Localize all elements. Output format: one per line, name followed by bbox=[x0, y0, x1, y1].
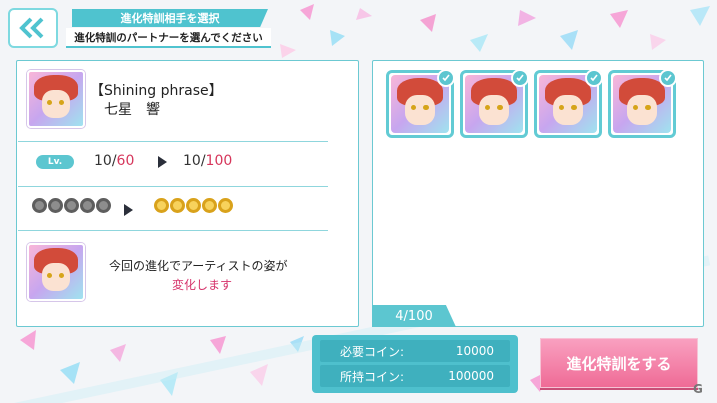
partner-slot[interactable] bbox=[460, 69, 529, 138]
music-note-icon bbox=[202, 198, 217, 213]
divider bbox=[18, 141, 328, 142]
owned-coins-label: 所持コイン: bbox=[340, 369, 405, 384]
page-subtitle: 進化特訓のパートナーを選んでください bbox=[66, 28, 271, 48]
music-note-icon bbox=[48, 198, 63, 213]
partner-slot[interactable] bbox=[386, 69, 455, 138]
page-title: 進化特訓相手を選択 bbox=[72, 9, 268, 27]
music-note-icon bbox=[218, 198, 233, 213]
partner-slot[interactable] bbox=[608, 69, 677, 138]
music-note-icon bbox=[170, 198, 185, 213]
partner-slot[interactable] bbox=[534, 69, 603, 138]
music-note-icon bbox=[186, 198, 201, 213]
arrow-right-icon bbox=[124, 204, 133, 216]
arrow-right-icon bbox=[158, 156, 167, 168]
evolve-button[interactable]: 進化特訓をする bbox=[540, 338, 698, 388]
evolution-message: 今回の進化でアーティストの姿が bbox=[109, 259, 288, 273]
coin-summary: 必要コイン: 10000 所持コイン: 100000 bbox=[312, 335, 518, 393]
level-after: 10/100 bbox=[183, 153, 233, 169]
evolution-message-highlight: 変化します bbox=[172, 278, 233, 292]
music-note-icon bbox=[32, 198, 47, 213]
card-phrase: 【Shining phrase】 bbox=[90, 83, 223, 99]
owned-coins-row: 所持コイン: 100000 bbox=[320, 365, 510, 387]
rarity-notes-before bbox=[32, 198, 111, 213]
card-thumbnail bbox=[27, 70, 85, 128]
owned-coins-value: 100000 bbox=[448, 369, 494, 383]
level-badge: Lv. bbox=[36, 155, 74, 169]
required-coins-value: 10000 bbox=[455, 344, 494, 358]
music-note-icon bbox=[96, 198, 111, 213]
music-note-icon bbox=[154, 198, 169, 213]
back-button[interactable] bbox=[8, 8, 58, 48]
rarity-notes-after bbox=[154, 198, 233, 213]
music-note-icon bbox=[80, 198, 95, 213]
check-icon bbox=[511, 69, 529, 87]
evolved-card-thumbnail bbox=[27, 243, 85, 301]
check-icon bbox=[659, 69, 677, 87]
double-chevron-left-icon bbox=[19, 17, 44, 39]
divider bbox=[18, 186, 328, 187]
check-icon bbox=[437, 69, 455, 87]
card-name: 七星 響 bbox=[104, 102, 160, 118]
required-coins-label: 必要コイン: bbox=[340, 344, 405, 359]
check-icon bbox=[585, 69, 603, 87]
required-coins-row: 必要コイン: 10000 bbox=[320, 340, 510, 362]
level-before: 10/60 bbox=[94, 153, 135, 169]
watermark-logo: G bbox=[693, 382, 703, 396]
partner-count: 4/100 bbox=[372, 305, 456, 327]
music-note-icon bbox=[64, 198, 79, 213]
divider bbox=[18, 230, 328, 231]
